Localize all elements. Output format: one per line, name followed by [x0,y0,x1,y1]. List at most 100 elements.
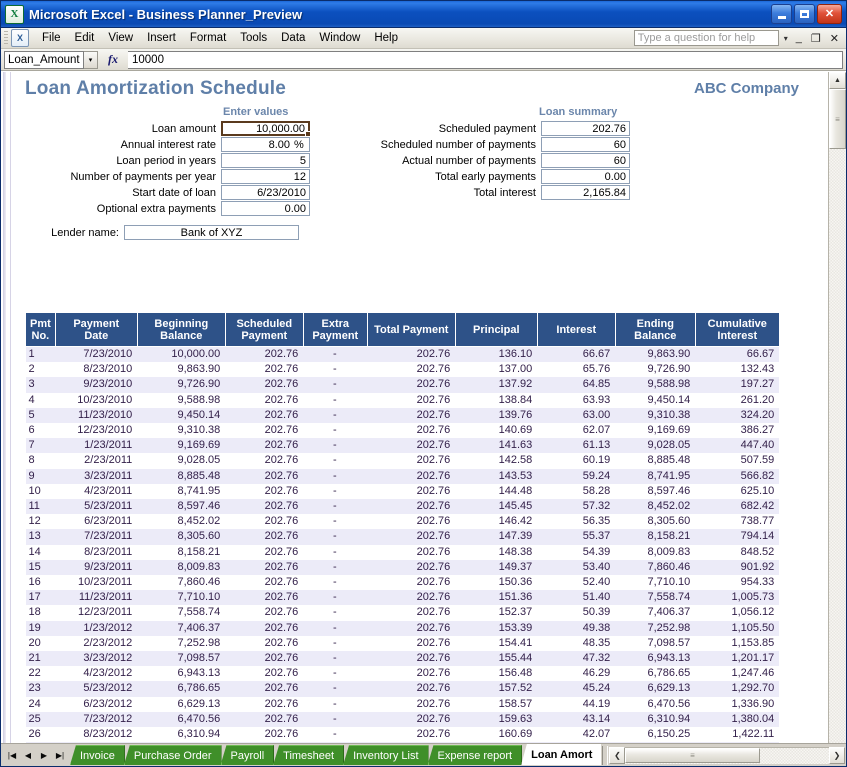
horizontal-scrollbar-track[interactable]: ≡ [625,747,829,764]
cell-no[interactable]: 13 [25,529,56,545]
name-box[interactable]: Loan_Amount [4,50,84,69]
cell-no[interactable]: 22 [26,666,56,681]
cell-prin[interactable]: 139.76 [455,407,538,424]
cell-extra[interactable]: - [303,499,368,515]
cell-no[interactable]: 27 [25,742,56,743]
cell-begin[interactable]: 8,452.02 [137,514,225,529]
cell-total[interactable]: 202.76 [367,651,456,667]
cell-end[interactable]: 6,310.94 [615,711,696,728]
cell-no[interactable]: 24 [26,697,56,712]
cell-sched[interactable]: 202.76 [225,559,304,576]
insert-function-icon[interactable]: fx [98,52,128,67]
cell-sched[interactable]: 202.76 [225,438,304,454]
formula-input[interactable]: 10000 [128,50,843,69]
cell-extra[interactable]: - [303,529,368,545]
cell-extra[interactable]: - [303,545,367,560]
loan-period-years-input[interactable]: 5 [221,153,310,168]
cell-no[interactable]: 15 [25,559,56,576]
cell-sched[interactable]: 202.76 [225,711,304,728]
col-extra-payment[interactable]: Extra Payment [302,312,368,347]
menu-item-window[interactable]: Window [312,30,367,46]
cell-end[interactable]: 7,406.37 [615,605,695,620]
cell-begin[interactable]: 8,158.21 [137,545,225,560]
cell-total[interactable]: 202.76 [367,575,455,590]
cell-sched[interactable]: 202.76 [225,346,304,363]
cell-prin[interactable]: 155.44 [455,651,538,667]
cell-total[interactable]: 202.76 [367,377,456,393]
table-row[interactable]: 11 5/23/2011 8,597.46 202.76-202.76 145.45 57… [25,499,780,515]
cell-prin[interactable]: 143.53 [455,468,538,484]
table-row[interactable]: 25 7/23/2012 6,470.56 202.76-202.76 159.63 43… [25,711,780,728]
cell-begin[interactable]: 7,860.46 [137,575,225,590]
hscroll-right-button[interactable]: ❯ [829,747,845,764]
cell-prin[interactable]: 138.84 [455,393,537,408]
table-row[interactable]: 21 3/23/2012 7,098.57 202.76-202.76 155.44 47… [25,651,780,667]
cell-sched[interactable]: 202.76 [225,362,303,377]
cell-no[interactable]: 10 [26,484,56,499]
col-interest[interactable]: Interest [536,312,616,347]
vertical-scrollbar-track[interactable] [829,149,846,743]
cell-begin[interactable]: 8,741.95 [137,484,225,499]
sheet-tab-payroll[interactable]: Payroll [220,745,275,765]
minimize-button[interactable] [771,4,792,24]
cell-extra[interactable]: - [303,559,368,576]
cell-no[interactable]: 2 [26,362,56,377]
col-total-payment[interactable]: Total Payment [366,312,456,347]
cell-prin[interactable]: 141.63 [455,438,538,454]
col-scheduled-payment[interactable]: Scheduled Payment [224,312,304,347]
cell-date[interactable]: 5/23/2011 [55,499,138,515]
cell-int[interactable]: 43.14 [537,711,616,728]
cell-int[interactable]: 42.07 [537,727,615,742]
cell-no[interactable]: 3 [25,377,56,393]
cell-end[interactable]: 9,588.98 [615,377,696,393]
cell-cum[interactable]: 1,380.04 [695,711,780,728]
cell-extra[interactable]: - [303,651,368,667]
col-principal[interactable]: Principal [454,312,538,347]
cell-sched[interactable]: 202.76 [225,468,304,484]
cell-extra[interactable]: - [303,742,368,743]
cell-cum[interactable]: 1,422.11 [695,727,779,742]
cell-int[interactable]: 65.76 [537,362,615,377]
cell-cum[interactable]: 848.52 [695,545,779,560]
cell-begin[interactable]: 8,009.83 [137,559,226,576]
cell-total[interactable]: 202.76 [367,407,456,424]
cell-sched[interactable]: 202.76 [225,514,303,529]
cell-int[interactable]: 63.00 [537,407,616,424]
last-sheet-icon[interactable]: ▶| [52,746,68,765]
table-row[interactable]: 279/23/20126,150.25202.76-202.76161.7641… [25,742,780,743]
cell-int[interactable]: 59.24 [537,468,616,484]
cell-no[interactable]: 12 [26,514,56,529]
cell-begin[interactable]: 9,588.98 [137,393,225,408]
cell-cum[interactable]: 1,292.70 [695,681,780,697]
cell-begin[interactable]: 6,310.94 [137,727,225,742]
menu-item-edit[interactable]: Edit [68,30,102,46]
name-box-dropdown-icon[interactable]: ▾ [84,50,98,69]
workbook-close-button[interactable]: ✕ [827,32,842,45]
table-row[interactable]: 9 3/23/2011 8,885.48 202.76-202.76 143.53 59.… [25,468,780,484]
cell-int[interactable]: 41.00 [537,742,616,743]
cell-date[interactable]: 3/23/2012 [55,651,138,667]
loan-amount-input[interactable]: 10,000.00 [221,121,311,137]
cell-prin[interactable]: 151.36 [455,590,538,606]
cell-sched[interactable]: 202.76 [225,453,303,468]
cell-extra[interactable]: - [303,636,367,651]
ask-a-question-input[interactable]: Type a question for help [633,30,779,46]
workbook-minimize-button[interactable]: _ [793,32,805,44]
table-row[interactable]: 3 9/23/2010 9,726.90 202.76-202.76 137.92 64.… [25,377,780,393]
cell-begin[interactable]: 7,710.10 [137,590,226,606]
cell-date[interactable]: 6/23/2011 [55,514,137,529]
prev-sheet-icon[interactable]: ◀ [20,746,36,765]
cell-cum[interactable]: 625.10 [695,484,779,499]
cell-total[interactable]: 202.76 [367,346,456,363]
cell-begin[interactable]: 6,943.13 [137,666,225,681]
cell-cum[interactable]: 507.59 [695,453,779,468]
cell-begin[interactable]: 7,406.37 [137,620,226,636]
cell-date[interactable]: 4/23/2011 [55,484,137,499]
cell-end[interactable]: 6,150.25 [615,727,695,742]
table-row[interactable]: 1 7/23/2010 10,000.00 202.76-202.76 136.10 66… [25,346,780,363]
cell-total[interactable]: 202.76 [367,438,456,454]
cell-date[interactable]: 5/23/2012 [55,681,138,697]
cell-sched[interactable]: 202.76 [225,545,303,560]
menu-item-tools[interactable]: Tools [233,30,274,46]
cell-cum[interactable]: 1,201.17 [695,651,780,667]
